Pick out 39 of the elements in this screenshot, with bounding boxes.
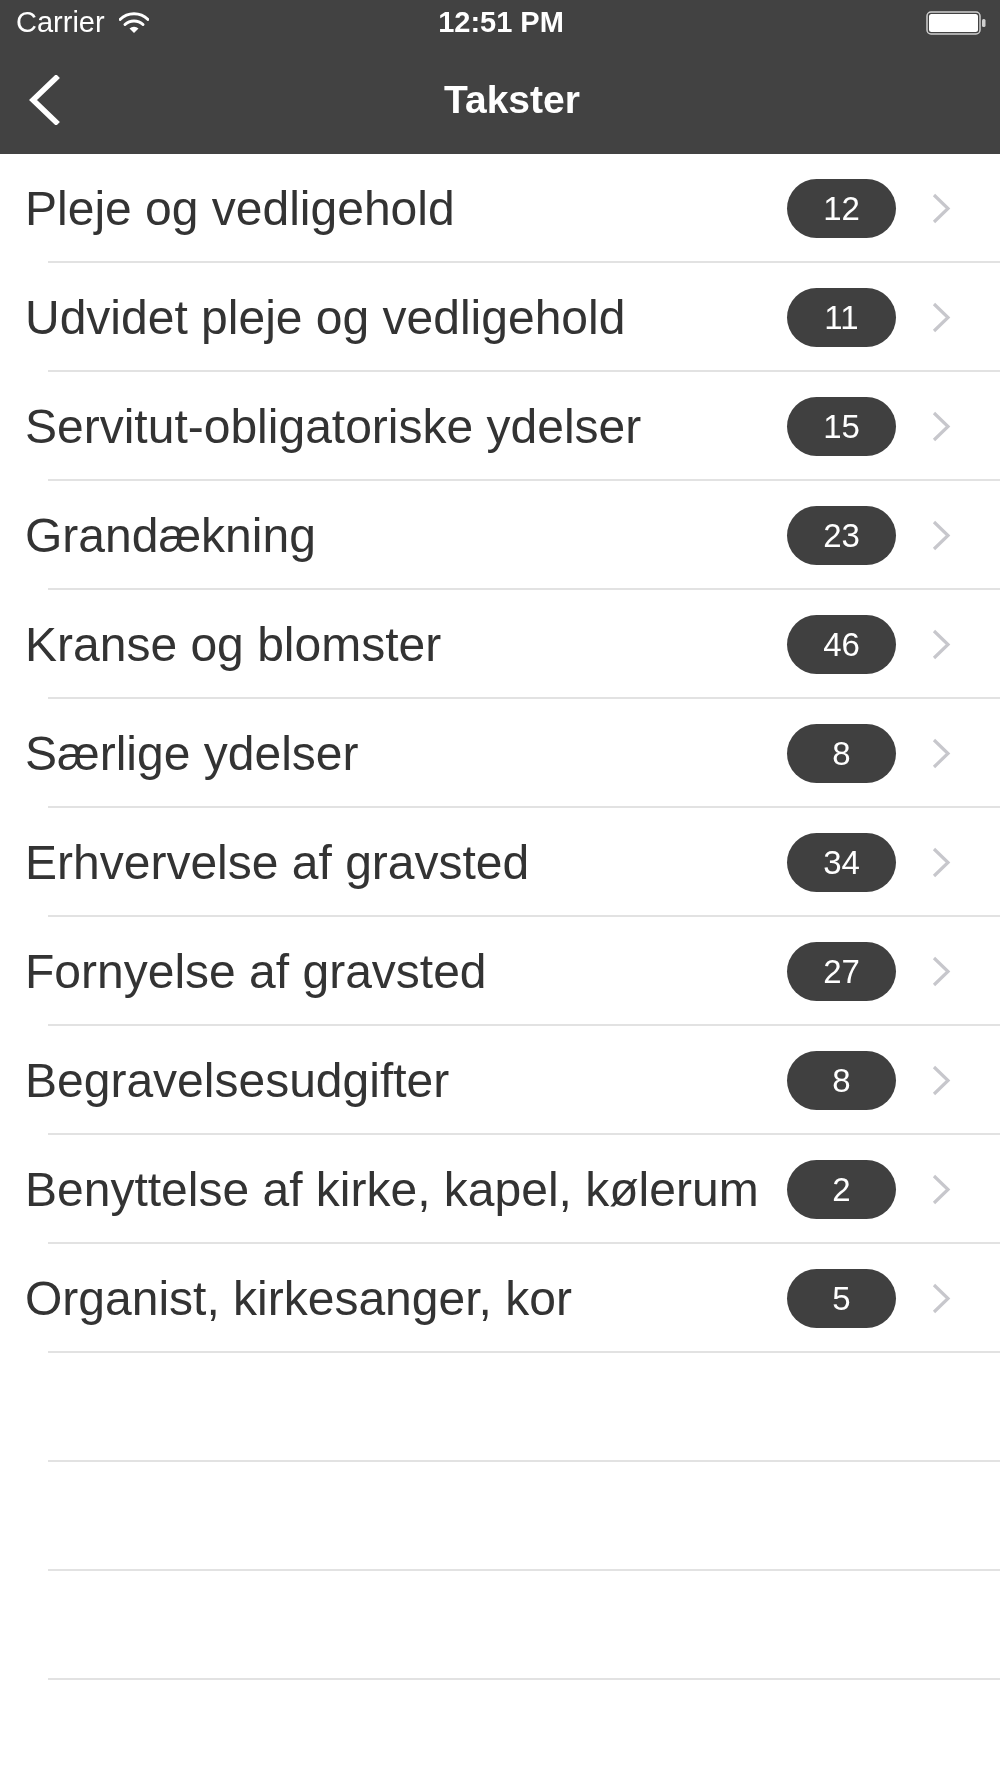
count-badge: 11 (787, 288, 896, 347)
carrier-label: Carrier (16, 8, 105, 37)
back-icon (28, 74, 60, 125)
count-badge: 27 (787, 942, 896, 1001)
count-badge: 5 (787, 1269, 896, 1328)
category-label[interactable]: Organist, kirkesanger, kor (25, 1270, 787, 1327)
category-label[interactable]: Grandækning (25, 507, 787, 564)
chevron-icon (932, 1174, 951, 1205)
count-badge: 8 (787, 724, 896, 783)
chevron-icon (932, 193, 951, 224)
category-label[interactable]: Kranse og blomster (25, 616, 787, 673)
category-label[interactable]: Servitut-obligatoriske ydelser (25, 398, 787, 455)
status-time: 12:51 PM (438, 8, 564, 37)
chevron-icon (932, 520, 951, 551)
count-badge: 34 (787, 833, 896, 892)
count-badge: 2 (787, 1160, 896, 1219)
category-label[interactable]: Begravelsesudgifter (25, 1052, 787, 1109)
chevron-icon (932, 302, 951, 333)
category-label[interactable]: Fornyelse af gravsted (25, 943, 787, 1000)
count-badge: 23 (787, 506, 896, 565)
count-badge: 12 (787, 179, 896, 238)
chevron-icon (932, 1065, 951, 1096)
chevron-icon (932, 738, 951, 769)
nav-title: Takster (444, 80, 580, 119)
count-badge: 15 (787, 397, 896, 456)
chevron-icon (932, 956, 951, 987)
category-label[interactable]: Erhvervelse af gravsted (25, 834, 787, 891)
count-badge: 46 (787, 615, 896, 674)
chevron-icon (932, 629, 951, 660)
chevron-icon (932, 847, 951, 878)
chevron-icon (932, 411, 951, 442)
category-label[interactable]: Benyttelse af kirke, kapel, kølerum (25, 1161, 787, 1218)
category-label[interactable]: Pleje og vedligehold (25, 180, 787, 237)
category-label[interactable]: Udvidet pleje og vedligehold (25, 289, 787, 346)
battery-icon (926, 10, 986, 35)
category-label[interactable]: Særlige ydelser (25, 725, 787, 782)
wifi-icon (118, 11, 149, 34)
count-badge: 8 (787, 1051, 896, 1110)
chevron-icon (932, 1283, 951, 1314)
